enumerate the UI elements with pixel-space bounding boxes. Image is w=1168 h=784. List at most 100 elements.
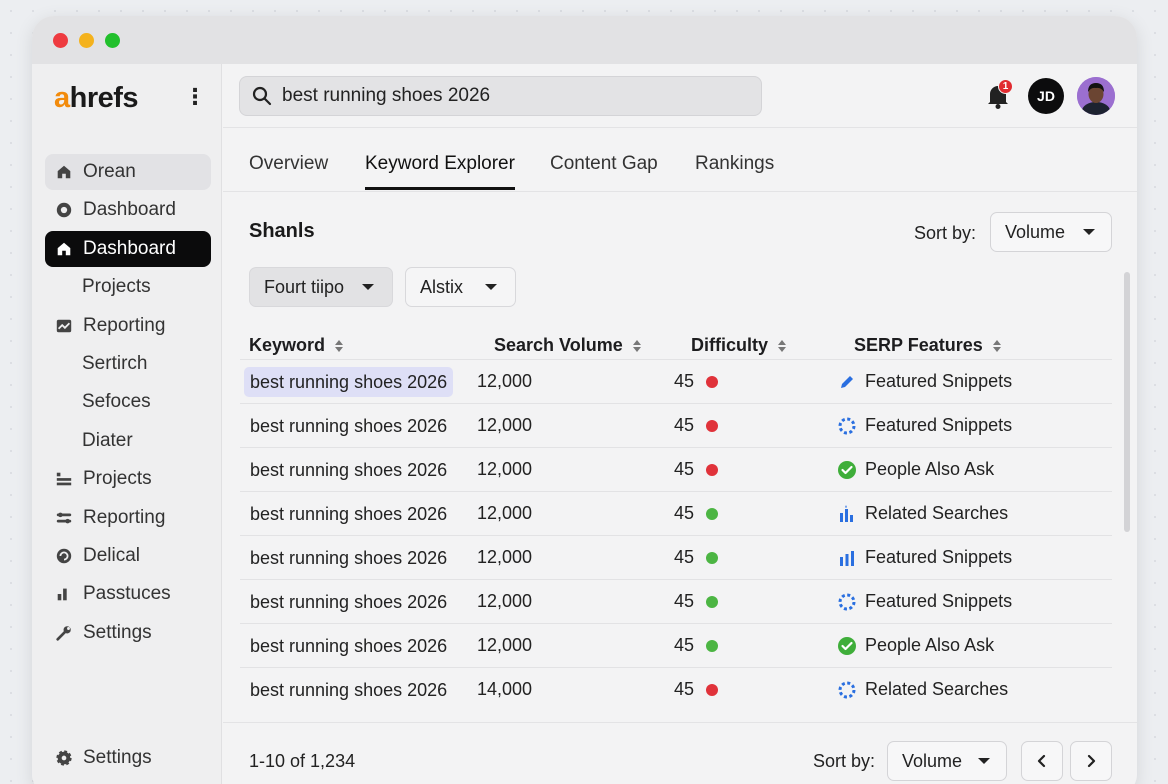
search-volume-cell: 12,000 bbox=[477, 459, 533, 479]
maximize-window-button[interactable] bbox=[105, 33, 120, 48]
sidebar-bottom-settings[interactable]: Settings bbox=[45, 740, 211, 776]
dotted-circle-icon bbox=[837, 680, 857, 700]
keyword-cell[interactable]: best running shoes 2026 bbox=[244, 499, 453, 529]
sidebar-item-label: Diater bbox=[82, 430, 133, 451]
sidebar-item-sefoces[interactable]: Sefoces bbox=[45, 384, 211, 420]
keyword-cell[interactable]: best running shoes 2026 bbox=[244, 675, 453, 705]
sidebar-item-orean[interactable]: Orean bbox=[45, 154, 211, 190]
dotted-circle-icon bbox=[837, 416, 857, 436]
serp-features-cell: People Also Ask bbox=[837, 635, 994, 656]
chevron-down-icon bbox=[1083, 229, 1095, 235]
close-window-button[interactable] bbox=[53, 33, 68, 48]
filter-dropdown-2[interactable]: Alstix bbox=[405, 267, 516, 307]
notification-badge: 1 bbox=[998, 79, 1013, 94]
header-label: SERP Features bbox=[854, 335, 983, 355]
sidebar-item-projects[interactable]: Projects bbox=[45, 269, 211, 305]
sort-select[interactable]: Volume bbox=[990, 212, 1112, 252]
sidebar-item-label: Delical bbox=[83, 545, 141, 566]
table-row[interactable]: best running shoes 2026 12,000 45 Featured … bbox=[240, 359, 1112, 403]
sidebar-item-delical[interactable]: Delical bbox=[45, 538, 211, 574]
difficulty-cell: 45 bbox=[674, 459, 719, 480]
main-content: Shanls Sort by: Volume Fourt tiipo Alsti… bbox=[223, 193, 1137, 784]
footer-sort-select[interactable]: Volume bbox=[887, 741, 1007, 781]
search-volume-cell: 12,000 bbox=[477, 635, 533, 655]
serp-features-cell: Featured Snippets bbox=[837, 591, 1012, 612]
previous-page-button[interactable] bbox=[1021, 741, 1063, 781]
dotted-circle-icon bbox=[837, 592, 857, 612]
column-header-difficulty[interactable]: Difficulty bbox=[691, 335, 787, 356]
search-input[interactable] bbox=[282, 85, 742, 107]
wrench-icon bbox=[54, 623, 74, 643]
ahrefs-logo[interactable]: ahrefs bbox=[54, 82, 139, 115]
table-row[interactable]: best running shoes 2026 12,000 45 Featured … bbox=[240, 535, 1112, 579]
table-row[interactable]: best running shoes 2026 12,000 45 People Al… bbox=[240, 447, 1112, 491]
chevron-down-icon bbox=[485, 284, 497, 290]
sidebar-item-reporting[interactable]: Reporting bbox=[45, 308, 211, 344]
sidebar: ahrefs ⋮ Orean Dashboard Dashboard Proje… bbox=[32, 64, 222, 784]
keyword-cell[interactable]: best running shoes 2026 bbox=[244, 367, 454, 397]
table-row[interactable]: best running shoes 2026 12,000 45 Featured … bbox=[240, 579, 1112, 623]
sliders-icon bbox=[54, 508, 74, 528]
app-window: ahrefs ⋮ Orean Dashboard Dashboard Proje… bbox=[32, 16, 1137, 784]
chevron-down-icon bbox=[362, 284, 374, 290]
next-page-button[interactable] bbox=[1070, 741, 1112, 781]
difficulty-value: 45 bbox=[674, 415, 695, 435]
tab-keyword-explorer[interactable]: Keyword Explorer bbox=[365, 153, 515, 190]
more-options-icon[interactable]: ⋮ bbox=[184, 86, 206, 108]
sidebar-item-reporting-2[interactable]: Reporting bbox=[45, 500, 211, 536]
table-row[interactable]: best running shoes 2026 14,000 45 Related S… bbox=[240, 667, 1112, 711]
sort-arrows-icon bbox=[992, 339, 1001, 352]
tab-content-gap[interactable]: Content Gap bbox=[550, 153, 658, 187]
keyword-cell[interactable]: best running shoes 2026 bbox=[244, 543, 453, 573]
avatar[interactable] bbox=[1077, 77, 1115, 115]
bars-sparkle-icon bbox=[837, 504, 857, 524]
sidebar-item-label: Dashboard bbox=[83, 238, 176, 259]
check-circle-icon bbox=[837, 460, 857, 480]
search-box[interactable] bbox=[239, 76, 762, 116]
minimize-window-button[interactable] bbox=[79, 33, 94, 48]
sort-arrows-icon bbox=[632, 339, 641, 352]
column-header-keyword[interactable]: Keyword bbox=[249, 335, 344, 356]
serp-features-cell: Featured Snippets bbox=[837, 415, 1012, 436]
sidebar-item-label: Passtuces bbox=[83, 583, 171, 604]
difficulty-status-dot bbox=[706, 463, 719, 476]
search-volume-cell: 12,000 bbox=[477, 503, 533, 523]
table-row[interactable]: best running shoes 2026 12,000 45 Featured … bbox=[240, 403, 1112, 447]
bar-chart-icon bbox=[54, 584, 74, 604]
difficulty-status-dot bbox=[706, 683, 719, 696]
logo-accent: a bbox=[54, 82, 70, 114]
tab-rankings[interactable]: Rankings bbox=[695, 153, 774, 187]
difficulty-value: 45 bbox=[674, 371, 695, 391]
search-volume-cell: 12,000 bbox=[477, 547, 533, 567]
difficulty-status-dot bbox=[706, 639, 719, 652]
difficulty-value: 45 bbox=[674, 459, 695, 479]
sidebar-item-label: Orean bbox=[83, 161, 136, 182]
pencil-icon bbox=[837, 372, 857, 392]
title-bar bbox=[32, 16, 1137, 64]
keyword-cell[interactable]: best running shoes 2026 bbox=[244, 587, 453, 617]
column-header-search-volume[interactable]: Search Volume bbox=[494, 335, 641, 356]
keyword-cell[interactable]: best running shoes 2026 bbox=[244, 631, 453, 661]
filter-dropdown-1[interactable]: Fourt tiipo bbox=[249, 267, 393, 307]
keyword-cell[interactable]: best running shoes 2026 bbox=[244, 455, 453, 485]
sidebar-item-projects-2[interactable]: Projects bbox=[45, 461, 211, 497]
search-volume-cell: 12,000 bbox=[477, 371, 533, 391]
serp-features-cell: Featured Snippets bbox=[837, 547, 1012, 568]
sidebar-item-passtuces[interactable]: Passtuces bbox=[45, 576, 211, 612]
table-scrollbar[interactable] bbox=[1124, 272, 1130, 532]
keyword-cell[interactable]: best running shoes 2026 bbox=[244, 411, 453, 441]
sidebar-item-sertirch[interactable]: Sertirch bbox=[45, 346, 211, 382]
sidebar-item-settings[interactable]: Settings bbox=[45, 615, 211, 651]
sidebar-item-dashboard[interactable]: Dashboard bbox=[45, 192, 211, 228]
tab-overview[interactable]: Overview bbox=[249, 153, 328, 187]
table-row[interactable]: best running shoes 2026 12,000 45 Related S… bbox=[240, 491, 1112, 535]
pagination-range: 1-10 of 1,234 bbox=[249, 751, 356, 771]
column-header-serp-features[interactable]: SERP Features bbox=[854, 335, 1001, 356]
user-initials-button[interactable]: JD bbox=[1028, 78, 1064, 114]
sidebar-item-diater[interactable]: Diater bbox=[45, 423, 211, 459]
table-row[interactable]: best running shoes 2026 12,000 45 People Al… bbox=[240, 623, 1112, 667]
serp-feature-label: Featured Snippets bbox=[865, 415, 1013, 435]
bars-icon bbox=[837, 548, 857, 568]
sidebar-item-dashboard-active[interactable]: Dashboard bbox=[45, 231, 211, 267]
notifications-button[interactable]: 1 bbox=[986, 79, 1013, 109]
